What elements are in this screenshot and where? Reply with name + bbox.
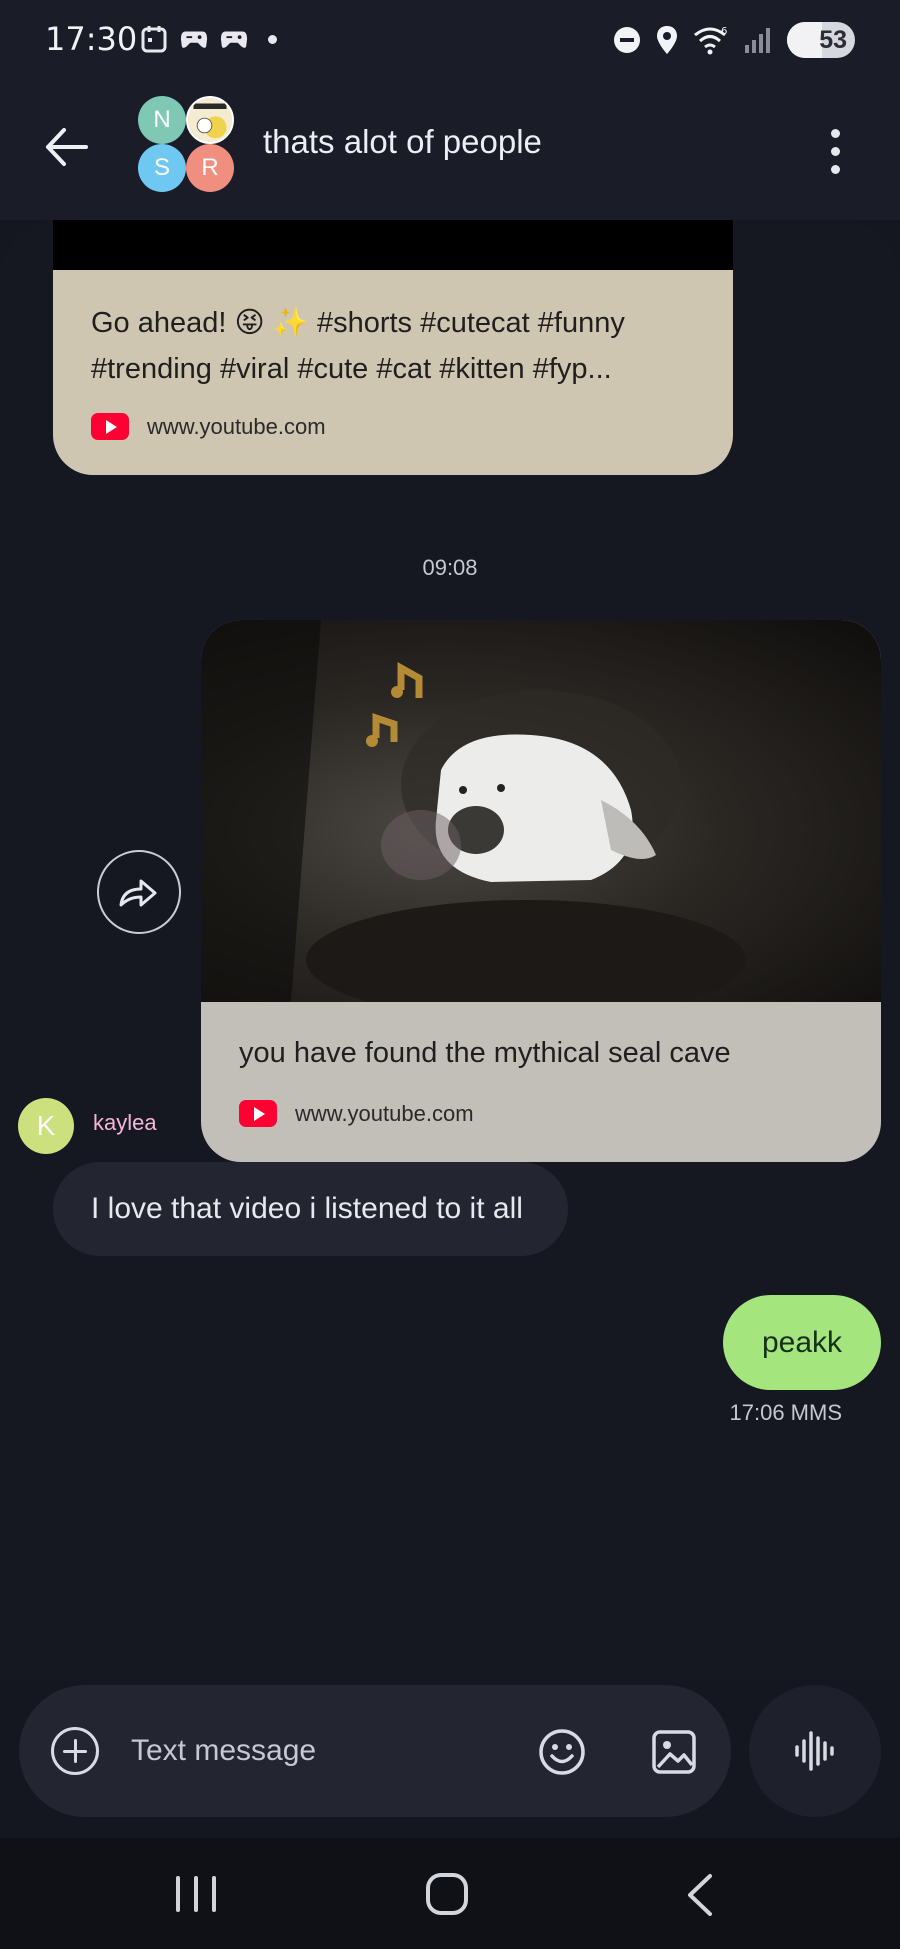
status-right-icons: 6 53 [613, 22, 855, 58]
video-thumbnail [201, 620, 881, 1020]
emoji-icon[interactable] [537, 1727, 587, 1777]
add-attachment-icon[interactable] [51, 1727, 99, 1775]
conversation-header: N S R thats alot of people [0, 80, 900, 220]
forward-share-icon[interactable] [97, 850, 181, 934]
message-input[interactable] [131, 1725, 431, 1777]
system-navigation-bar [0, 1838, 900, 1949]
calendar-icon [141, 26, 167, 53]
message-composer [19, 1685, 731, 1817]
link-domain: www.youtube.com [147, 413, 326, 439]
link-preview-card[interactable]: Go ahead! 😝 ✨ #shorts #cutecat #funny #t… [53, 220, 733, 475]
cellular-signal-icon [745, 28, 770, 53]
status-left-icons [140, 24, 277, 54]
message-list[interactable]: Go ahead! 😝 ✨ #shorts #cutecat #funny #t… [0, 220, 900, 1680]
svg-text:6: 6 [721, 26, 727, 37]
notification-dot [268, 34, 277, 44]
link-source: www.youtube.com [91, 413, 326, 440]
message-timestamp: 09:08 [422, 555, 478, 580]
back-arrow-icon[interactable] [40, 120, 94, 174]
incoming-message-bubble[interactable]: I love that video i listened to it all [53, 1162, 568, 1256]
youtube-icon [91, 413, 129, 440]
seal-thumbnail-image [201, 620, 746, 1020]
conversation-title[interactable]: thats alot of people [263, 123, 542, 161]
recent-apps-icon[interactable] [176, 1876, 216, 1912]
game-controller-icon [180, 31, 208, 48]
avatar: R [186, 144, 234, 192]
game-controller-icon [220, 31, 248, 48]
more-options-icon[interactable] [810, 116, 860, 186]
link-preview-card[interactable]: you have found the mythical seal cave ww… [201, 620, 881, 1162]
status-time: 17:30 [45, 20, 138, 58]
outgoing-message-bubble[interactable]: peakk [723, 1295, 881, 1390]
gallery-image-icon[interactable] [649, 1727, 699, 1777]
link-preview-title: you have found the mythical seal cave [239, 1037, 731, 1069]
avatar: N [138, 96, 186, 144]
link-source: www.youtube.com [239, 1100, 474, 1127]
location-icon [657, 26, 677, 54]
back-chevron-icon[interactable] [682, 1872, 718, 1918]
voice-message-icon[interactable] [749, 1685, 881, 1817]
home-icon[interactable] [426, 1873, 468, 1915]
avatar: S [138, 144, 186, 192]
avatar-image [186, 96, 234, 144]
status-bar: 17:30 6 53 [0, 0, 900, 80]
battery-indicator: 53 [787, 22, 855, 58]
do-not-disturb-icon [614, 27, 640, 53]
youtube-icon [239, 1100, 277, 1127]
video-thumbnail [53, 220, 733, 270]
battery-level: 53 [819, 25, 847, 54]
sender-avatar[interactable]: K [18, 1098, 74, 1154]
link-domain: www.youtube.com [295, 1100, 474, 1126]
sender-name: kaylea [93, 1110, 157, 1135]
link-preview-title: Go ahead! 😝 ✨ #shorts #cutecat #funny #t… [91, 307, 625, 385]
message-status: 17:06 MMS [729, 1400, 843, 1425]
group-avatar[interactable]: N S R [138, 96, 238, 196]
cartoon-avatar-icon [188, 98, 232, 142]
wifi-icon: 6 [694, 26, 727, 55]
